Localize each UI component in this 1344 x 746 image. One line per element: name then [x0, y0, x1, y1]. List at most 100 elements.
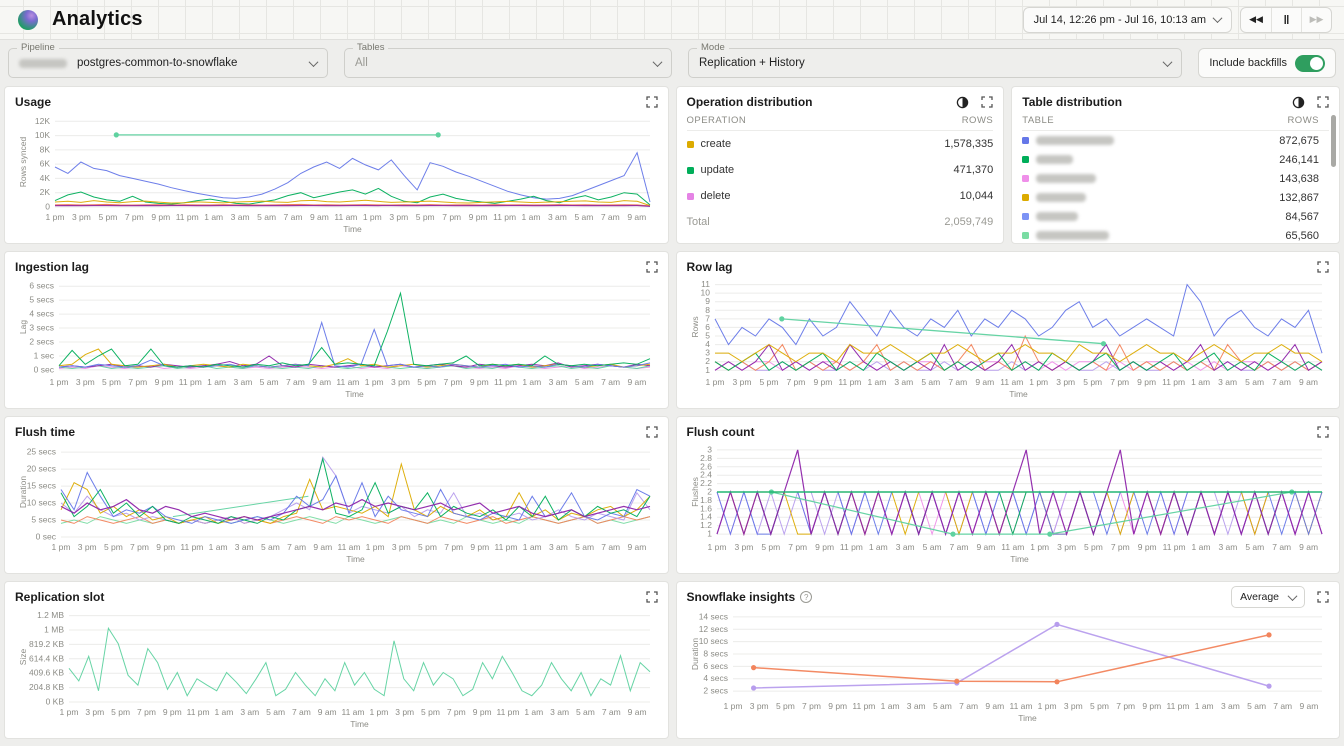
pause-icon: ‖: [1284, 13, 1290, 27]
ingestion-lag-panel: Ingestion lag 0 sec1 sec2 secs3 secs4 se…: [4, 251, 669, 409]
svg-text:11 pm: 11 pm: [179, 377, 202, 387]
svg-text:4K: 4K: [40, 173, 51, 183]
svg-text:7 am: 7 am: [601, 542, 620, 552]
expand-icon[interactable]: [1317, 426, 1329, 438]
svg-text:3 am: 3 am: [549, 377, 568, 387]
expand-icon[interactable]: [1317, 261, 1329, 273]
backfills-toggle-switch[interactable]: [1295, 55, 1325, 72]
panel-title: Row lag: [687, 260, 733, 274]
usage-chart: 02K4K6K8K10K12K1 pm3 pm5 pm7 pm9 pm11 pm…: [15, 111, 658, 235]
svg-text:8K: 8K: [40, 144, 51, 154]
expand-icon[interactable]: [646, 261, 658, 273]
panel-title: Flush count: [687, 425, 755, 439]
forward-button[interactable]: ▶▶: [1301, 8, 1331, 32]
expand-icon[interactable]: [646, 96, 658, 108]
svg-text:7 am: 7 am: [284, 212, 303, 222]
svg-text:11 pm: 11 pm: [1166, 701, 1189, 711]
svg-text:1 am: 1 am: [214, 707, 233, 717]
svg-text:2 secs: 2 secs: [703, 686, 728, 696]
svg-text:12K: 12K: [35, 116, 50, 126]
scrollbar-thumb[interactable]: [1331, 115, 1336, 167]
svg-text:5 pm: 5 pm: [1083, 377, 1102, 387]
svg-text:614.4 KB: 614.4 KB: [29, 653, 64, 663]
rewind-button[interactable]: ◀◀: [1241, 8, 1271, 32]
pie-chart-icon[interactable]: [956, 96, 969, 109]
svg-text:Time: Time: [346, 554, 365, 564]
include-backfills-toggle-chip[interactable]: Include backfills: [1198, 48, 1336, 78]
expand-icon[interactable]: [646, 426, 658, 438]
svg-text:3 am: 3 am: [233, 377, 252, 387]
redacted-table-name: [1036, 136, 1114, 145]
svg-text:3 am: 3 am: [235, 542, 254, 552]
svg-text:7 pm: 7 pm: [442, 212, 461, 222]
svg-text:7 pm: 7 pm: [137, 707, 156, 717]
svg-text:1 pm: 1 pm: [1030, 542, 1049, 552]
series-color-swatch: [1022, 194, 1029, 201]
aggregation-select[interactable]: Average: [1231, 586, 1305, 608]
svg-text:7 am: 7 am: [287, 542, 306, 552]
svg-text:15 secs: 15 secs: [27, 481, 56, 491]
svg-text:2: 2: [705, 356, 710, 366]
expand-icon[interactable]: [1317, 591, 1329, 603]
svg-text:1 pm: 1 pm: [60, 707, 79, 717]
svg-text:9 am: 9 am: [627, 542, 646, 552]
svg-text:7 pm: 7 pm: [447, 707, 466, 717]
help-icon[interactable]: ?: [800, 591, 812, 603]
svg-text:1 am: 1 am: [207, 377, 226, 387]
expand-icon[interactable]: [646, 591, 658, 603]
pipeline-label: Pipeline: [17, 42, 59, 53]
panel-title: Table distribution: [1022, 95, 1122, 109]
pause-button[interactable]: ‖: [1271, 8, 1301, 32]
expand-icon[interactable]: [981, 96, 993, 108]
svg-text:0 sec: 0 sec: [36, 532, 57, 542]
svg-text:9 pm: 9 pm: [469, 212, 488, 222]
svg-text:1 pm: 1 pm: [50, 377, 69, 387]
svg-text:3 pm: 3 pm: [395, 707, 414, 717]
svg-text:5 pm: 5 pm: [775, 701, 794, 711]
table-row: 84,567: [1022, 207, 1319, 226]
svg-text:3 am: 3 am: [894, 377, 913, 387]
redacted-table-name: [1036, 231, 1109, 240]
svg-text:5 am: 5 am: [932, 701, 951, 711]
series-color-swatch: [687, 167, 694, 174]
tables-label: Tables: [353, 42, 388, 53]
series-color-swatch: [1022, 137, 1029, 144]
svg-text:7 pm: 7 pm: [786, 377, 805, 387]
rewind-icon: ◀◀: [1249, 14, 1263, 25]
svg-text:7 am: 7 am: [959, 701, 978, 711]
expand-icon[interactable]: [1317, 96, 1329, 108]
operation-rows: 1,578,335: [944, 138, 993, 150]
svg-text:3 am: 3 am: [550, 707, 569, 717]
flush-time-chart: 0 sec5 secs10 secs15 secs20 secs25 secs1…: [15, 441, 658, 565]
svg-text:1 am: 1 am: [209, 542, 228, 552]
svg-text:11 am: 11 am: [338, 542, 361, 552]
pie-chart-icon[interactable]: [1292, 96, 1305, 109]
svg-text:3 pm: 3 pm: [72, 212, 91, 222]
svg-text:9 pm: 9 pm: [151, 212, 170, 222]
flush-count-panel: Flush count 11.21.41.61.822.22.42.62.831…: [676, 416, 1341, 574]
svg-text:3 pm: 3 pm: [749, 701, 768, 711]
svg-text:1 am: 1 am: [1191, 377, 1210, 387]
svg-text:9 am: 9 am: [1299, 701, 1318, 711]
flush-time-panel: Flush time 0 sec5 secs10 secs15 secs20 s…: [4, 416, 669, 574]
mode-select[interactable]: Mode Replication + History: [688, 48, 1182, 78]
svg-text:7: 7: [705, 313, 710, 323]
svg-text:3 am: 3 am: [1220, 701, 1239, 711]
svg-text:1 am: 1 am: [523, 542, 542, 552]
date-range-button[interactable]: Jul 14, 12:26 pm - Jul 16, 10:13 am: [1023, 7, 1232, 33]
svg-text:4 secs: 4 secs: [703, 673, 728, 683]
svg-text:1 pm: 1 pm: [1037, 701, 1056, 711]
svg-text:2 secs: 2 secs: [29, 337, 54, 347]
svg-text:9 am: 9 am: [318, 707, 337, 717]
tables-select[interactable]: Tables All: [344, 48, 672, 78]
total-label: Total: [687, 216, 710, 228]
svg-text:5 am: 5 am: [575, 377, 594, 387]
svg-text:0: 0: [45, 202, 50, 212]
chevron-down-icon: [1163, 57, 1173, 67]
pipeline-select[interactable]: Pipeline postgres-common-to-snowflake: [8, 48, 328, 78]
svg-text:9 am: 9 am: [1299, 377, 1318, 387]
svg-text:5 pm: 5 pm: [98, 212, 117, 222]
svg-text:11 am: 11 am: [1000, 377, 1023, 387]
top-bar: Analytics Jul 14, 12:26 pm - Jul 16, 10:…: [0, 0, 1344, 40]
svg-text:1 pm: 1 pm: [705, 377, 724, 387]
